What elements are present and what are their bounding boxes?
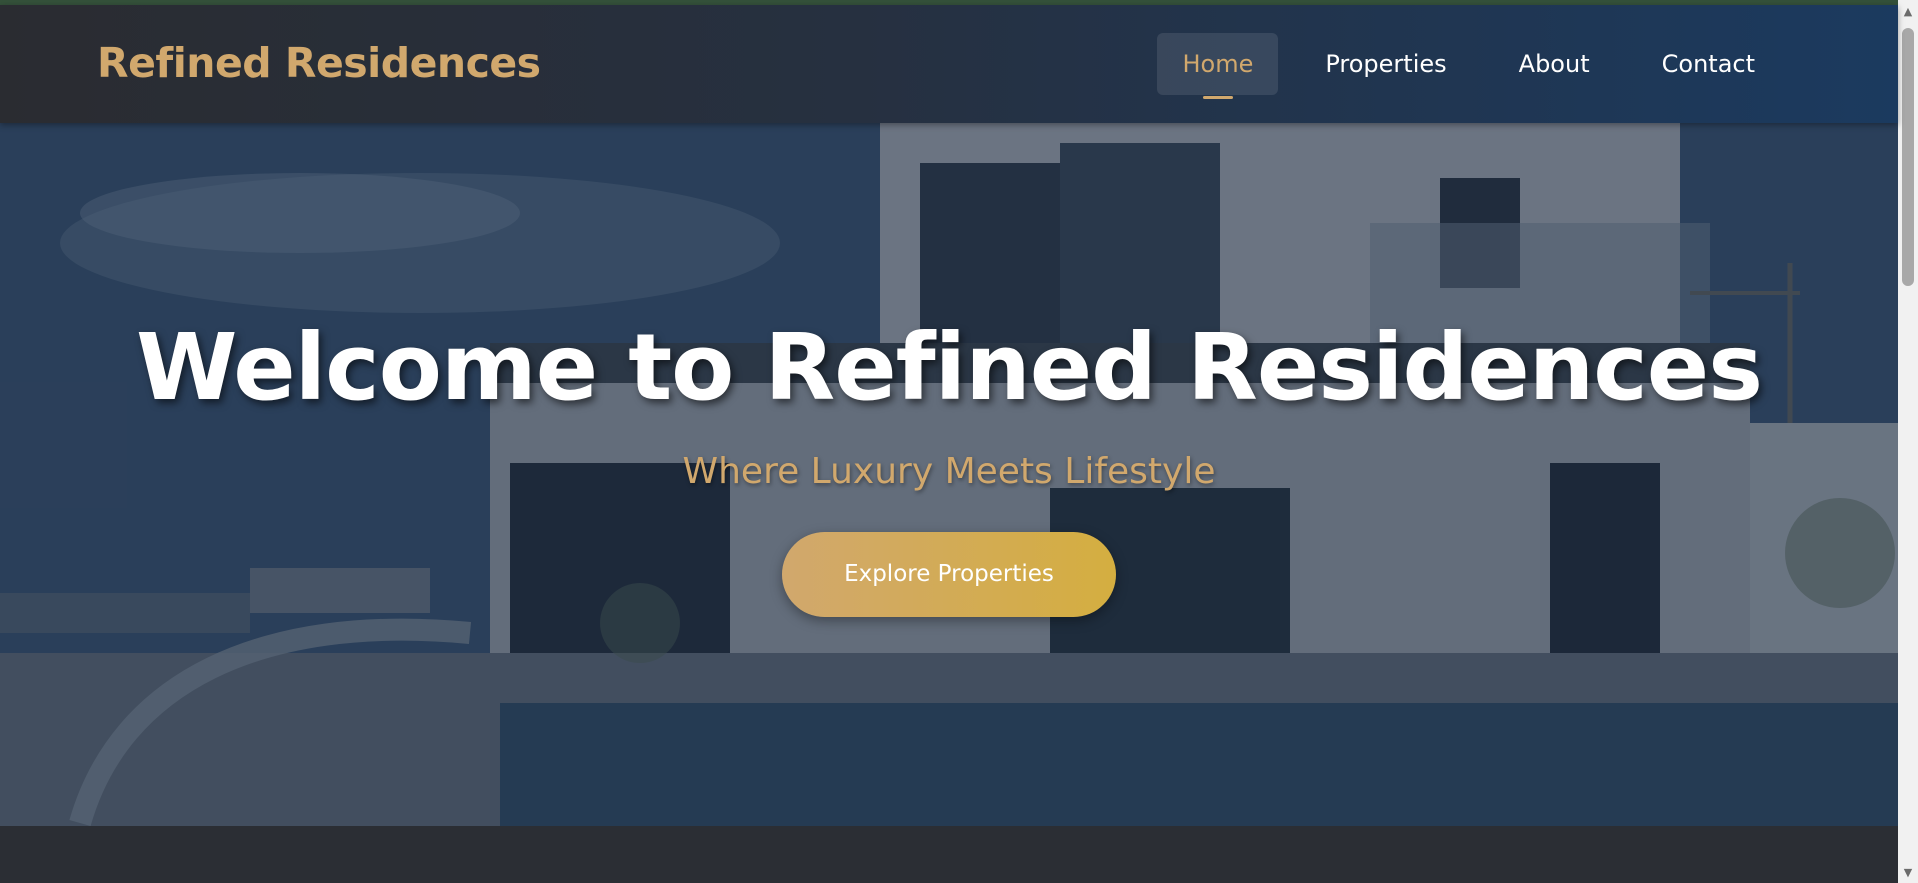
- nav-item-label: Contact: [1661, 50, 1755, 78]
- nav-item-contact[interactable]: Contact: [1637, 33, 1780, 95]
- nav-item-properties[interactable]: Properties: [1300, 33, 1471, 95]
- next-section-strip: [0, 826, 1898, 883]
- brand-logo[interactable]: Refined Residences: [97, 39, 541, 87]
- hero-subtitle: Where Luxury Meets Lifestyle: [682, 451, 1216, 492]
- nav-links: Home Properties About Contact: [1135, 33, 1780, 99]
- active-underline: [1202, 96, 1233, 99]
- triangle-down-icon[interactable]: ▼: [1898, 863, 1918, 881]
- nav-item-label: Home: [1182, 50, 1254, 78]
- navbar: Refined Residences Home Properties About…: [0, 5, 1898, 123]
- hero-title: Welcome to Refined Residences: [136, 314, 1763, 421]
- hero-section: Welcome to Refined Residences Where Luxu…: [0, 123, 1898, 826]
- explore-properties-button[interactable]: Explore Properties: [782, 532, 1116, 617]
- hero-content: Welcome to Refined Residences Where Luxu…: [0, 313, 1898, 617]
- nav-item-label: Properties: [1325, 50, 1447, 78]
- nav-item-home[interactable]: Home: [1157, 33, 1279, 99]
- nav-item-label: About: [1518, 50, 1590, 78]
- vertical-scrollbar[interactable]: ▲ ▼: [1898, 0, 1918, 883]
- triangle-up-icon[interactable]: ▲: [1898, 2, 1918, 20]
- nav-item-about[interactable]: About: [1494, 33, 1615, 95]
- scrollbar-thumb[interactable]: [1902, 28, 1914, 286]
